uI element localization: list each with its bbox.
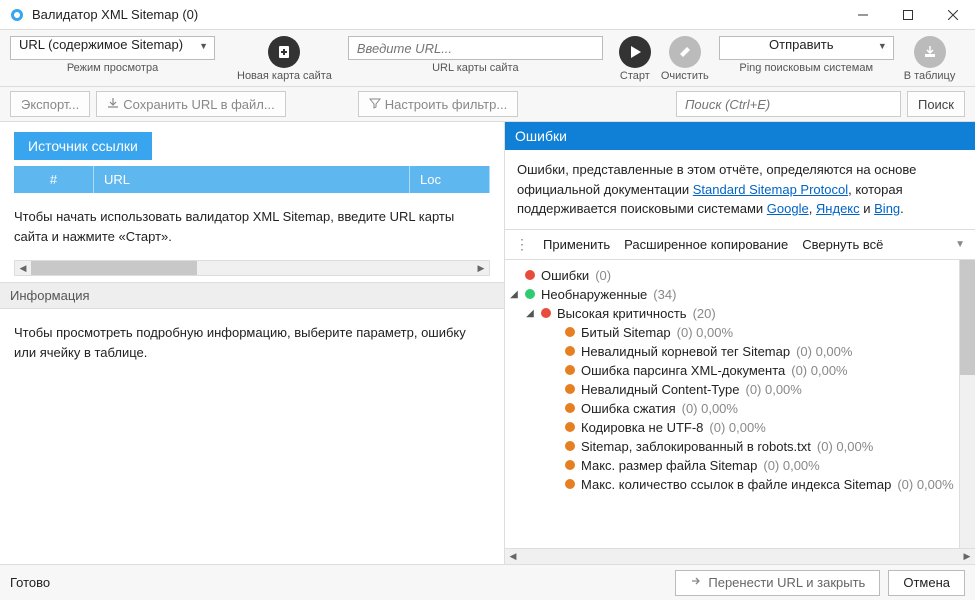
clear-button[interactable]	[669, 36, 701, 68]
error-tree: Ошибки (0) ◢ Необнаруженные (34) ◢ Высок…	[505, 260, 959, 549]
titlebar: Валидатор XML Sitemap (0)	[0, 0, 975, 30]
right-panel: Ошибки Ошибки, представленные в этом отч…	[505, 122, 975, 564]
actions-bar: ⋮ Применить Расширенное копирование Свер…	[505, 229, 975, 260]
new-sitemap-label: Новая карта сайта	[237, 70, 332, 82]
tree-errors[interactable]: Ошибки (0)	[509, 266, 955, 285]
send-label: Ping поисковым системам	[739, 62, 873, 74]
col-loc[interactable]: Loc	[410, 166, 490, 193]
collapse-all-action[interactable]: Свернуть всё	[802, 237, 883, 252]
new-sitemap-button[interactable]	[268, 36, 300, 68]
orange-dot-icon	[565, 365, 575, 375]
tree-item[interactable]: Битый Sitemap (0) 0,00%	[509, 323, 955, 342]
right-h-scrollbar[interactable]: ◀ ▶	[505, 548, 975, 564]
errors-description: Ошибки, представленные в этом отчёте, оп…	[505, 150, 975, 229]
export-button[interactable]: Экспорт...	[10, 91, 90, 117]
link-bing[interactable]: Bing	[874, 201, 900, 216]
share-icon	[690, 575, 702, 590]
col-num[interactable]: #	[14, 166, 94, 193]
send-select[interactable]: Отправить	[719, 36, 894, 60]
source-link-tab[interactable]: Источник ссылки	[14, 132, 152, 160]
transfer-button[interactable]: Перенести URL и закрыть	[675, 570, 880, 596]
filter-icon	[369, 97, 381, 112]
scroll-right-icon[interactable]: ▶	[959, 551, 975, 562]
green-dot-icon	[525, 289, 535, 299]
tree-item[interactable]: Ошибка парсинга XML-документа (0) 0,00%	[509, 361, 955, 380]
maximize-button[interactable]	[885, 0, 930, 30]
scroll-left-icon[interactable]: ◀	[15, 261, 31, 275]
scroll-left-icon[interactable]: ◀	[505, 551, 521, 562]
clear-label: Очистить	[661, 70, 709, 82]
download-icon	[107, 97, 119, 112]
start-label: Старт	[620, 70, 650, 82]
orange-dot-icon	[565, 384, 575, 394]
orange-dot-icon	[565, 460, 575, 470]
search-button[interactable]: Поиск	[907, 91, 965, 117]
v-scrollbar[interactable]	[959, 260, 975, 549]
app-icon	[8, 6, 26, 24]
link-google[interactable]: Google	[767, 201, 809, 216]
expand-icon[interactable]: ◢	[509, 289, 519, 300]
drag-handle-icon[interactable]: ⋮	[515, 236, 529, 253]
main-toolbar: URL (содержимое Sitemap) Режим просмотра…	[0, 30, 975, 87]
start-button[interactable]	[619, 36, 651, 68]
tree-item[interactable]: Невалидный корневой тег Sitemap (0) 0,00…	[509, 342, 955, 361]
chevron-down-icon[interactable]: ▼	[955, 239, 965, 250]
empty-table-message: Чтобы начать использовать валидатор XML …	[0, 193, 504, 260]
tree-item[interactable]: Sitemap, заблокированный в robots.txt (0…	[509, 437, 955, 456]
status-text: Готово	[10, 575, 50, 590]
footer: Готово Перенести URL и закрыть Отмена	[0, 564, 975, 600]
main-area: Источник ссылки # URL Loc Чтобы начать и…	[0, 122, 975, 564]
scroll-right-icon[interactable]: ▶	[473, 261, 489, 275]
orange-dot-icon	[565, 441, 575, 451]
orange-dot-icon	[565, 403, 575, 413]
tree-item[interactable]: Кодировка не UTF-8 (0) 0,00%	[509, 418, 955, 437]
scroll-thumb[interactable]	[960, 260, 975, 375]
tree-item[interactable]: Макс. размер файла Sitemap (0) 0,00%	[509, 456, 955, 475]
errors-header: Ошибки	[505, 122, 975, 150]
filter-button[interactable]: Настроить фильтр...	[358, 91, 518, 117]
search-input[interactable]	[676, 91, 901, 117]
orange-dot-icon	[565, 346, 575, 356]
table-header: # URL Loc	[14, 166, 490, 193]
url-input-label: URL карты сайта	[432, 62, 519, 74]
tree-item[interactable]: Макс. количество ссылок в файле индекса …	[509, 475, 955, 494]
expand-icon[interactable]: ◢	[525, 308, 535, 319]
info-header: Информация	[0, 282, 504, 309]
apply-action[interactable]: Применить	[543, 237, 610, 252]
tree-high-severity[interactable]: ◢ Высокая критичность (20)	[509, 304, 955, 323]
orange-dot-icon	[565, 479, 575, 489]
to-table-label: В таблицу	[904, 70, 956, 82]
scroll-thumb[interactable]	[31, 261, 197, 275]
tree-item[interactable]: Невалидный Content-Type (0) 0,00%	[509, 380, 955, 399]
col-url[interactable]: URL	[94, 166, 410, 193]
save-url-button[interactable]: Сохранить URL в файл...	[96, 91, 285, 117]
to-table-button[interactable]	[914, 36, 946, 68]
window-title: Валидатор XML Sitemap (0)	[32, 7, 840, 22]
link-sitemap-protocol[interactable]: Standard Sitemap Protocol	[693, 182, 848, 197]
orange-dot-icon	[565, 327, 575, 337]
view-mode-select[interactable]: URL (содержимое Sitemap)	[10, 36, 215, 60]
link-yandex[interactable]: Яндекс	[816, 201, 860, 216]
orange-dot-icon	[565, 422, 575, 432]
red-dot-icon	[525, 270, 535, 280]
ext-copy-action[interactable]: Расширенное копирование	[624, 237, 788, 252]
secondary-toolbar: Экспорт... Сохранить URL в файл... Настр…	[0, 87, 975, 122]
close-button[interactable]	[930, 0, 975, 30]
tree-undetected[interactable]: ◢ Необнаруженные (34)	[509, 285, 955, 304]
h-scrollbar[interactable]: ◀ ▶	[14, 260, 490, 276]
url-input[interactable]	[348, 36, 603, 60]
left-panel: Источник ссылки # URL Loc Чтобы начать и…	[0, 122, 505, 564]
info-message: Чтобы просмотреть подробную информацию, …	[0, 309, 504, 564]
view-mode-label: Режим просмотра	[67, 62, 158, 74]
red-dot-icon	[541, 308, 551, 318]
tree-item[interactable]: Ошибка сжатия (0) 0,00%	[509, 399, 955, 418]
minimize-button[interactable]	[840, 0, 885, 30]
cancel-button[interactable]: Отмена	[888, 570, 965, 596]
